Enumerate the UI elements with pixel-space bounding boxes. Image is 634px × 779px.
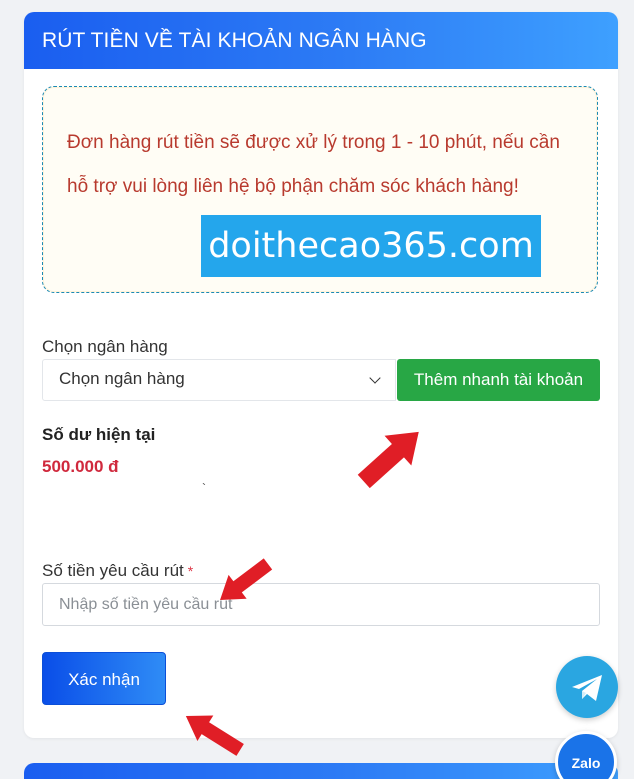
telegram-icon <box>572 675 602 701</box>
balance-value: 500.000 đ <box>42 457 119 476</box>
amount-input[interactable]: Nhập số tiền yêu cầu rút <box>42 583 600 626</box>
arrow-icon <box>185 715 244 756</box>
add-account-button[interactable]: Thêm nhanh tài khoản <box>397 359 600 401</box>
bank-select[interactable]: Chọn ngân hàng <box>42 359 396 401</box>
arrow-icon <box>357 431 419 489</box>
withdraw-card: RÚT TIỀN VỀ TÀI KHOẢN NGÂN HÀNG Đơn hàng… <box>24 12 618 738</box>
next-card-header <box>24 763 618 779</box>
amount-input-placeholder: Nhập số tiền yêu cầu rút <box>59 596 233 613</box>
watermark-banner: doithecao365.com <box>201 215 541 277</box>
bank-label: Chọn ngân hàng <box>42 337 168 356</box>
balance-title: Số dư hiện tại <box>42 425 156 444</box>
stray-mark: ` <box>202 481 206 495</box>
notice-text: Đơn hàng rút tiền sẽ được xử lý trong 1 … <box>67 132 560 197</box>
arrow-icon <box>220 558 273 601</box>
zalo-button[interactable]: Zalo <box>555 731 617 779</box>
page-title: RÚT TIỀN VỀ TÀI KHOẢN NGÂN HÀNG <box>24 12 618 69</box>
amount-label-text: Số tiền yêu cầu rút <box>42 561 184 580</box>
chevron-down-icon <box>369 372 381 384</box>
zalo-label: Zalo <box>571 755 601 771</box>
telegram-button[interactable] <box>556 656 618 718</box>
required-mark: * <box>187 563 194 579</box>
bank-select-value: Chọn ngân hàng <box>59 369 185 388</box>
submit-button[interactable]: Xác nhận <box>42 652 166 705</box>
amount-label: Số tiền yêu cầu rút * <box>42 561 193 581</box>
